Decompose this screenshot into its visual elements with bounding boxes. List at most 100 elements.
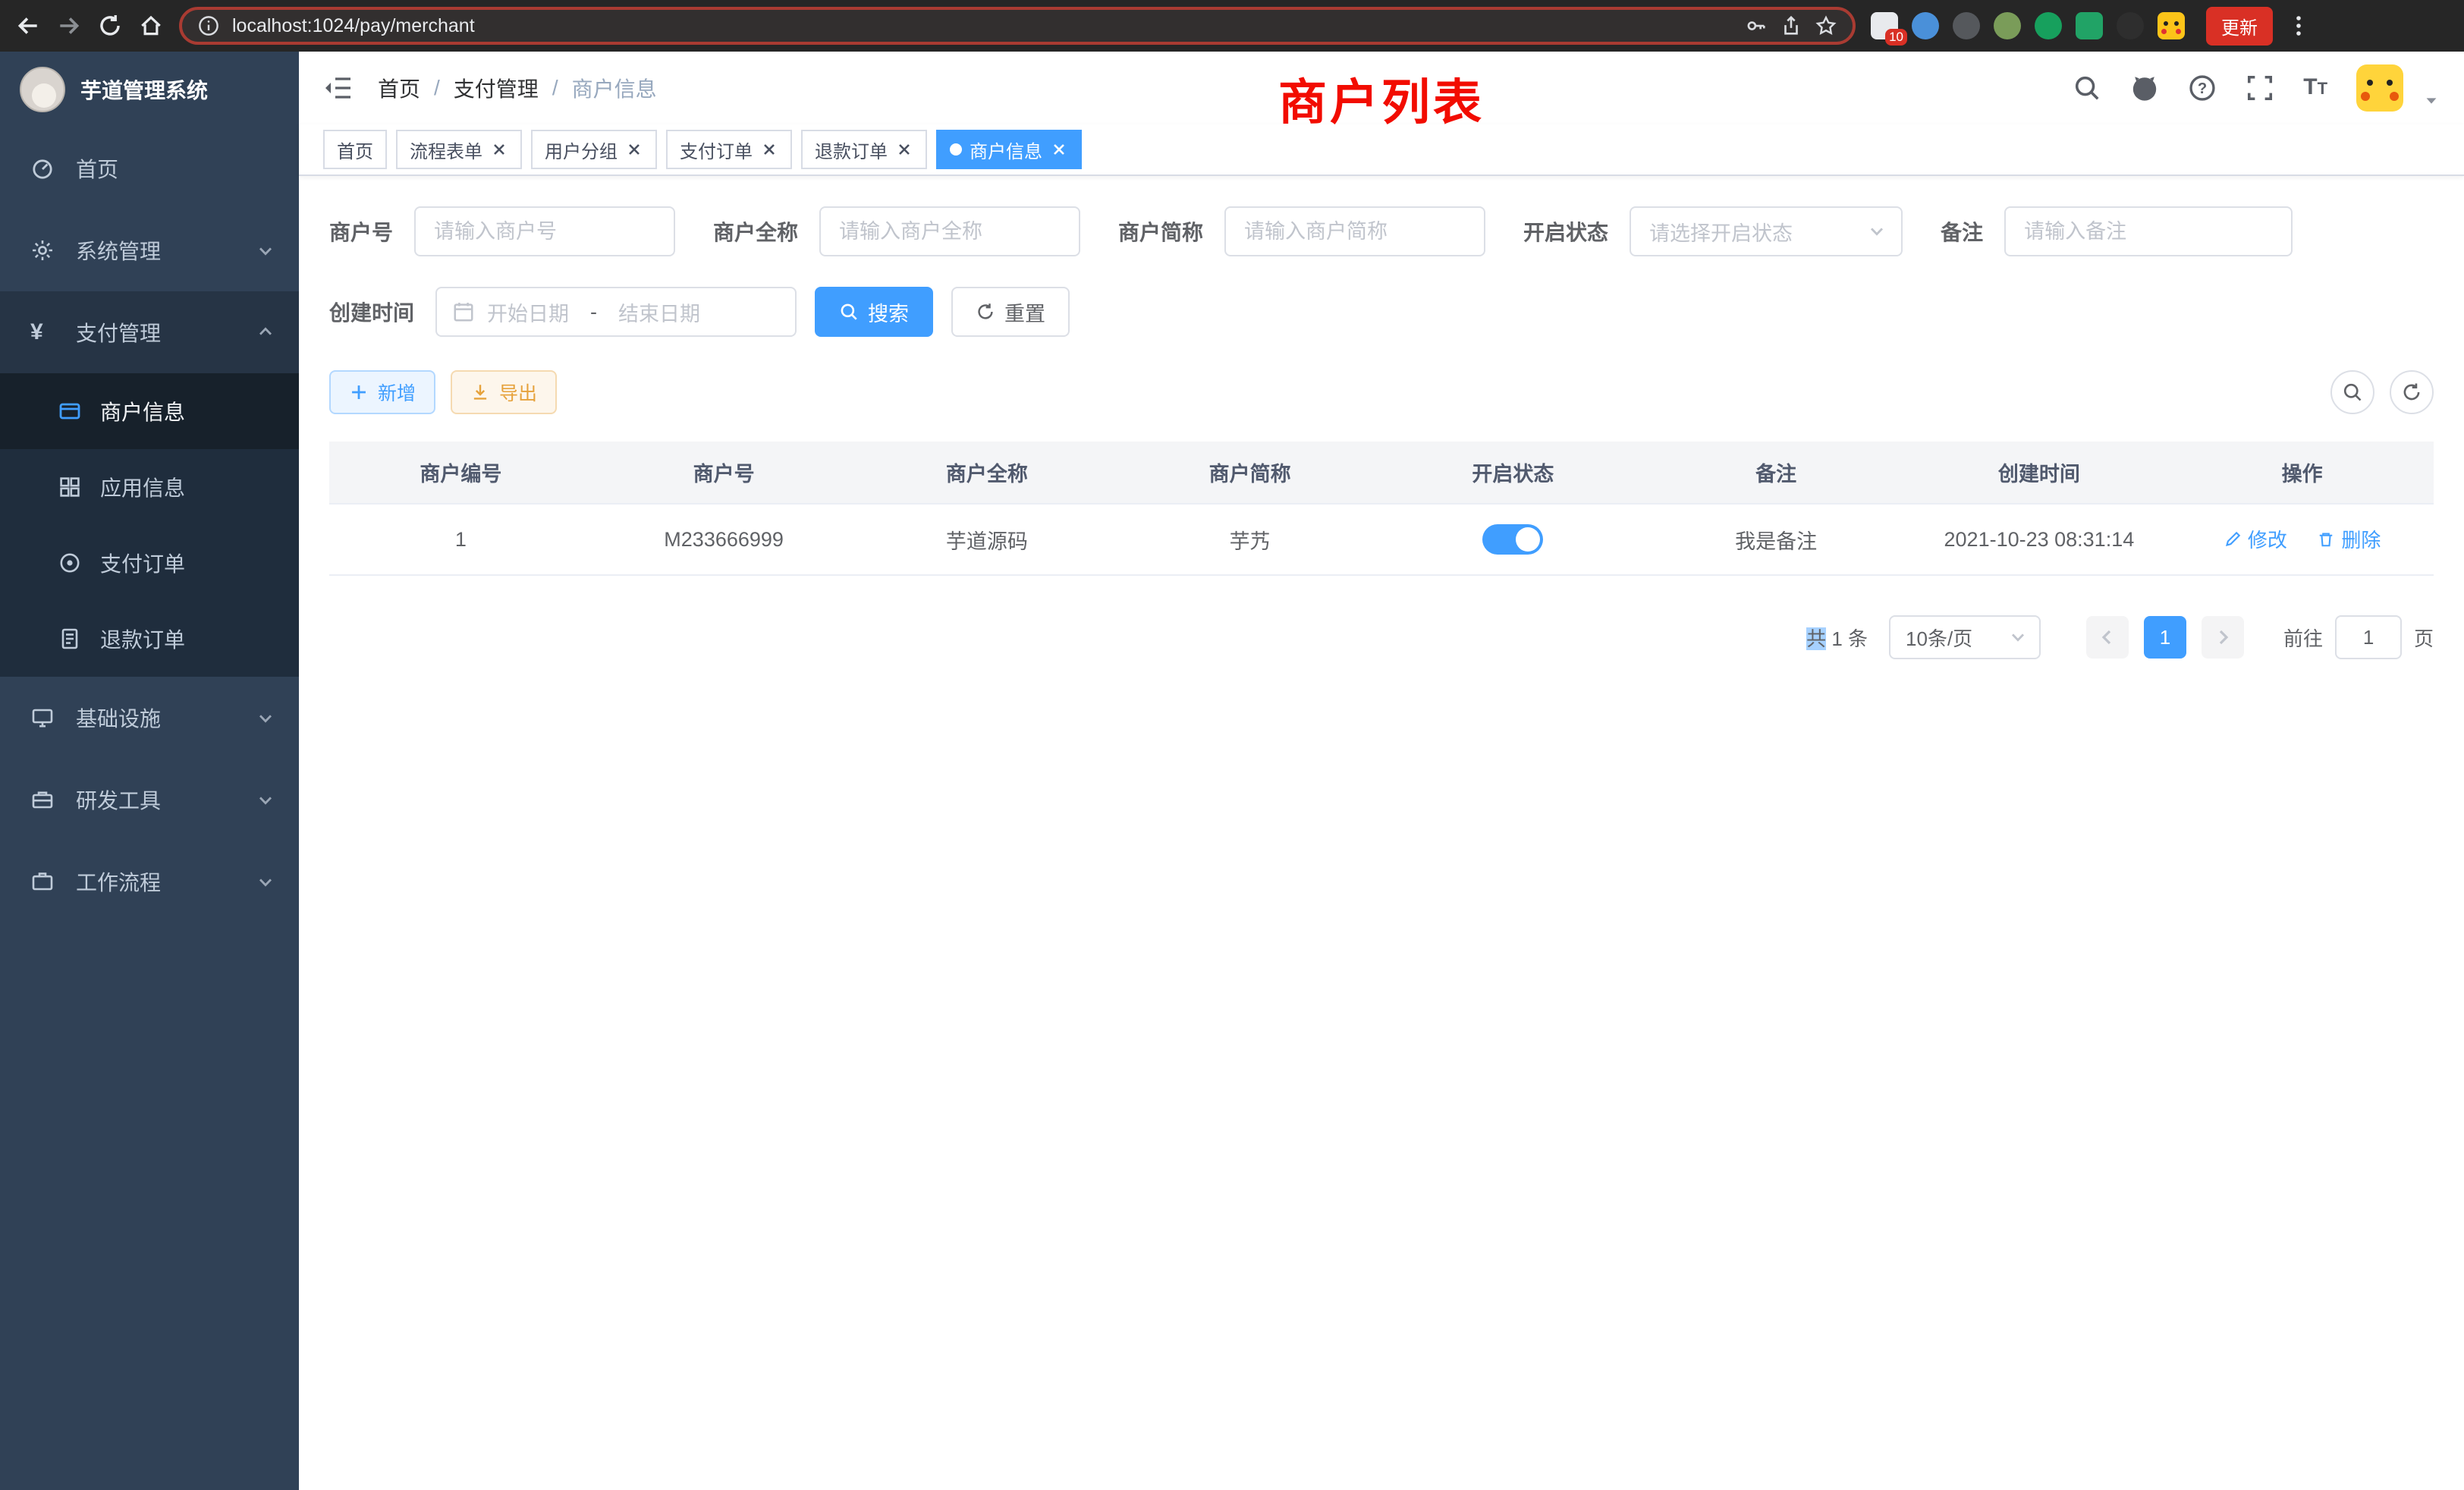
font-size-icon[interactable]: TT (2303, 73, 2327, 103)
close-icon[interactable] (625, 140, 643, 159)
filter-row-1: 商户号 商户全称 商户简称 开启状态 请选择开启状态 (329, 206, 2434, 256)
browser-menu-icon[interactable] (2288, 14, 2309, 38)
refresh-icon[interactable] (97, 13, 123, 39)
tag-merchant-info[interactable]: 商户信息 (936, 130, 1082, 169)
filter-merchant-no: 商户号 (329, 206, 675, 256)
search-button[interactable]: 搜索 (815, 287, 933, 337)
extension-avatar-icon[interactable] (1994, 12, 2021, 39)
address-bar[interactable]: localhost:1024/pay/merchant (179, 7, 1856, 45)
browser-update-button[interactable]: 更新 (2206, 7, 2273, 46)
col-actions: 操作 (2170, 442, 2434, 504)
merchant-short-input[interactable] (1224, 206, 1485, 256)
next-page-button[interactable] (2202, 616, 2244, 659)
url-text[interactable]: localhost:1024/pay/merchant (232, 15, 1733, 37)
tag-refund-order[interactable]: 退款订单 (801, 130, 927, 169)
logo[interactable]: 芋道管理系统 (0, 52, 299, 127)
password-key-icon[interactable] (1745, 14, 1768, 37)
home-icon[interactable] (138, 13, 164, 39)
date-range-picker[interactable]: 开始日期 - 结束日期 (435, 287, 797, 337)
col-merchant-id: 商户编号 (329, 442, 592, 504)
merchant-no-input[interactable] (414, 206, 675, 256)
close-icon[interactable] (490, 140, 508, 159)
extension-puzzle-icon[interactable]: 10 (1871, 12, 1898, 39)
active-dot (950, 143, 962, 156)
merchant-name-input[interactable] (819, 206, 1080, 256)
sidebar-item-refund-order[interactable]: 退款订单 (0, 601, 299, 677)
remark-input[interactable] (2004, 206, 2293, 256)
sidebar: 芋道管理系统 首页 系统管理 ¥ 支付管理 (0, 52, 299, 1490)
delete-link[interactable]: 删除 (2317, 525, 2381, 553)
extension-drop-icon[interactable] (1912, 12, 1939, 39)
avatar-caret-icon[interactable] (2423, 87, 2440, 104)
add-button[interactable]: 新增 (329, 370, 435, 414)
site-info-icon[interactable] (197, 14, 220, 37)
sidebar-item-payment[interactable]: ¥ 支付管理 (0, 291, 299, 373)
top-navbar: 首页 / 支付管理 / 商户信息 商户列表 ? (299, 52, 2464, 124)
bookmark-star-icon[interactable] (1815, 14, 1837, 37)
plus-icon (349, 382, 369, 402)
sidebar-item-pay-order[interactable]: 支付订单 (0, 525, 299, 601)
sidebar-item-dev-tools[interactable]: 研发工具 (0, 759, 299, 841)
search-icon (839, 302, 859, 322)
page-size-select[interactable]: 10条/页 (1889, 615, 2041, 659)
goto-page-input[interactable] (2335, 615, 2402, 659)
share-icon[interactable] (1780, 14, 1802, 37)
sidebar-item-app-info[interactable]: 应用信息 (0, 449, 299, 525)
sidebar-item-system[interactable]: 系统管理 (0, 209, 299, 291)
pagination-goto: 前往 页 (2283, 615, 2434, 659)
tag-home[interactable]: 首页 (323, 130, 387, 169)
toggle-search-button[interactable] (2330, 370, 2374, 414)
status-select[interactable]: 请选择开启状态 (1630, 206, 1903, 256)
sidebar-item-infrastructure[interactable]: 基础设施 (0, 677, 299, 759)
forward-icon[interactable] (56, 13, 82, 39)
extension-emoji-icon[interactable] (2158, 12, 2185, 39)
col-create-time: 创建时间 (1908, 442, 2171, 504)
toolbox-icon (30, 787, 55, 812)
tag-process-form[interactable]: 流程表单 (396, 130, 522, 169)
reset-button[interactable]: 重置 (951, 287, 1070, 337)
col-remark: 备注 (1645, 442, 1908, 504)
grid-icon (58, 475, 82, 499)
page-1-button[interactable]: 1 (2144, 616, 2186, 659)
sidebar-item-label: 支付管理 (76, 317, 161, 347)
search-icon[interactable] (2073, 74, 2101, 102)
tag-pay-order[interactable]: 支付订单 (666, 130, 792, 169)
fullscreen-icon[interactable] (2246, 74, 2274, 102)
sidebar-item-home[interactable]: 首页 (0, 127, 299, 209)
page-content: 商户号 商户全称 商户简称 开启状态 请选择开启状态 (299, 176, 2464, 1490)
extension-green-square-icon[interactable] (2076, 12, 2103, 39)
main-area: 首页 / 支付管理 / 商户信息 商户列表 ? (299, 52, 2464, 1490)
help-icon[interactable]: ? (2188, 74, 2217, 102)
sidebar-item-label: 工作流程 (76, 866, 161, 897)
cell-create-time: 2021-10-23 08:31:14 (1908, 504, 2171, 575)
breadcrumb-home[interactable]: 首页 (378, 73, 420, 103)
github-icon[interactable] (2130, 74, 2159, 102)
chevron-down-icon (1868, 222, 1886, 240)
sidebar-item-merchant-info[interactable]: 商户信息 (0, 373, 299, 449)
close-icon[interactable] (895, 140, 913, 159)
back-icon[interactable] (15, 13, 41, 39)
refresh-table-button[interactable] (2390, 370, 2434, 414)
extension-dark-icon[interactable] (1953, 12, 1980, 39)
date-start-placeholder: 开始日期 (487, 297, 569, 327)
reset-icon (976, 302, 995, 322)
close-icon[interactable] (1050, 140, 1068, 159)
close-icon[interactable] (760, 140, 778, 159)
extension-check-icon[interactable] (2035, 12, 2062, 39)
edit-link[interactable]: 修改 (2224, 525, 2287, 553)
export-button[interactable]: 导出 (451, 370, 557, 414)
prev-page-button[interactable] (2086, 616, 2129, 659)
table-tools (2330, 370, 2434, 414)
svg-text:?: ? (2198, 80, 2207, 97)
filter-merchant-short: 商户简称 (1118, 206, 1485, 256)
user-avatar[interactable] (2356, 64, 2403, 112)
breadcrumb-payment[interactable]: 支付管理 (454, 73, 539, 103)
extension-paw-icon[interactable] (2117, 12, 2144, 39)
status-switch[interactable] (1482, 524, 1543, 555)
date-separator: - (590, 300, 597, 324)
tag-user-group[interactable]: 用户分组 (531, 130, 657, 169)
card-icon (58, 399, 82, 423)
col-status: 开启状态 (1381, 442, 1645, 504)
sidebar-fold-icon[interactable] (323, 73, 354, 103)
sidebar-item-workflow[interactable]: 工作流程 (0, 841, 299, 923)
